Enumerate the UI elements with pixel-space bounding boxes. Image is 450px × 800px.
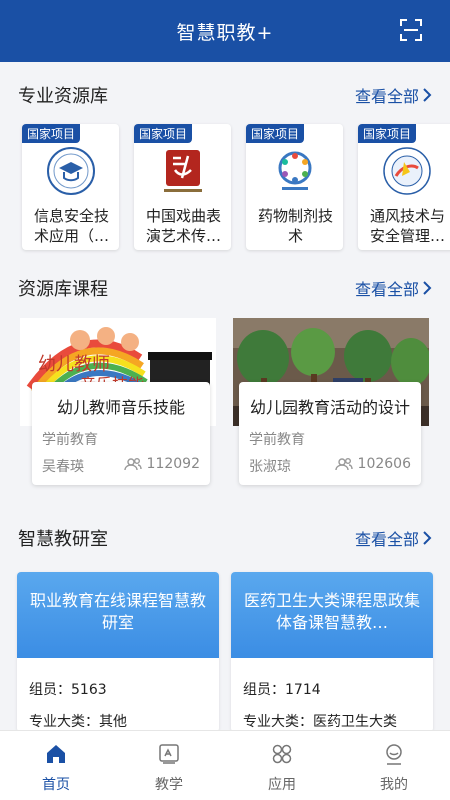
course-teacher: 张淑琼: [249, 459, 291, 475]
course-category: 学前教育: [249, 432, 305, 448]
app-header: 智慧职教+: [0, 0, 450, 62]
library-logo: [164, 150, 202, 192]
section-title: 专业资源库: [18, 86, 108, 107]
tab-apps[interactable]: 应用: [226, 731, 338, 800]
users-icon: [123, 458, 142, 471]
apps-icon: [272, 744, 292, 764]
tab-label: 教学: [155, 777, 183, 793]
room-members: 组员：1714: [243, 682, 321, 698]
research-room-card[interactable]: 医药卫生大类课程思政集体备课智慧教… 组员：1714 专业大类：医药卫生大类: [231, 572, 433, 730]
room-major: 专业大类：医药卫生大类: [243, 714, 397, 730]
bottom-tab-bar: 首页 教学 应用 我的: [0, 730, 450, 800]
course-category: 学前教育: [42, 432, 98, 448]
national-project-badge: 国家项目: [358, 124, 417, 143]
app-title: 智慧职教+: [176, 22, 274, 44]
scan-icon[interactable]: [400, 19, 422, 41]
chevron-right-icon: [423, 531, 432, 545]
see-all-resource-library[interactable]: 查看全部: [355, 83, 432, 107]
see-all-label: 查看全部: [354, 87, 419, 106]
teaching-icon: [159, 744, 179, 764]
research-header: 智慧教研室 查看全部: [18, 525, 432, 551]
course-views: 112092: [123, 456, 200, 472]
resource-card[interactable]: 国家项目 信息安全技术应用（…: [22, 124, 119, 250]
room-title: 医药卫生大类课程思政集体备课智慧教…: [243, 591, 420, 632]
course-title: 幼儿园教育活动的设计: [249, 398, 410, 417]
library-logo: [47, 147, 95, 195]
course-info-card: 幼儿园教育活动的设计 学前教育 张淑琼 102606: [239, 382, 421, 485]
resource-card[interactable]: 国家项目 通风技术与安全管理…: [358, 124, 450, 250]
see-all-label: 查看全部: [354, 280, 419, 299]
chevron-right-icon: [423, 281, 432, 295]
resource-name: 中国戏曲表演艺术传…: [145, 207, 221, 245]
resource-card[interactable]: 国家项目 药物制剂技术: [246, 124, 343, 250]
tab-label: 我的: [380, 777, 408, 793]
chevron-right-icon: [423, 88, 432, 102]
course-teacher: 吴春瑛: [42, 459, 84, 475]
course-card[interactable]: 幼儿教师 音乐技能 幼儿教师音乐技能 学前教育 吴春瑛 112092: [20, 318, 216, 488]
see-all-courses[interactable]: 查看全部: [355, 276, 432, 300]
national-project-badge: 国家项目: [134, 124, 193, 143]
tab-profile[interactable]: 我的: [338, 731, 450, 800]
course-views: 102606: [334, 456, 411, 472]
room-banner: 职业教育在线课程智慧教研室: [17, 572, 219, 658]
course-info-card: 幼儿教师音乐技能 学前教育 吴春瑛 112092: [32, 382, 210, 485]
room-title: 职业教育在线课程智慧教研室: [29, 591, 206, 632]
users-icon: [334, 458, 353, 471]
resource-card[interactable]: 国家项目 中国戏曲表演艺术传…: [134, 124, 231, 250]
view-count: 112092: [146, 456, 200, 472]
resource-name: 药物制剂技术: [257, 207, 333, 245]
library-logo: [383, 147, 431, 195]
section-title: 资源库课程: [18, 279, 108, 300]
resource-name: 通风技术与安全管理…: [369, 207, 445, 245]
resource-library-header: 专业资源库 查看全部: [18, 82, 432, 108]
profile-icon: [386, 744, 402, 765]
course-card[interactable]: 幼儿园教育活动的设计 学前教育 张淑琼 102606: [233, 318, 429, 488]
see-all-label: 查看全部: [354, 530, 419, 549]
resource-name: 信息安全技术应用（…: [33, 207, 109, 245]
cover-text: 幼儿教师: [38, 354, 110, 375]
tab-label: 首页: [42, 777, 70, 793]
room-members: 组员：5163: [29, 682, 107, 698]
library-logo: [278, 151, 312, 190]
room-banner: 医药卫生大类课程思政集体备课智慧教…: [231, 572, 433, 658]
national-project-badge: 国家项目: [22, 124, 81, 143]
national-project-badge: 国家项目: [246, 124, 305, 143]
room-major: 专业大类：其他: [29, 714, 127, 730]
tab-label: 应用: [268, 777, 296, 793]
section-title: 智慧教研室: [18, 529, 108, 550]
tab-home[interactable]: 首页: [0, 731, 112, 800]
home-icon: [47, 745, 65, 763]
courses-header: 资源库课程 查看全部: [18, 275, 432, 301]
view-count: 102606: [357, 456, 411, 472]
home-content[interactable]: 专业资源库 查看全部 国家项目 信息安全技术应用（… 国家项目 中国戏曲表演艺术: [0, 62, 450, 730]
see-all-research[interactable]: 查看全部: [355, 526, 432, 550]
resource-library-list[interactable]: 国家项目 信息安全技术应用（… 国家项目 中国戏曲表演艺术传… 国家项目 药物制…: [22, 124, 450, 252]
tab-teaching[interactable]: 教学: [113, 731, 225, 800]
research-room-card[interactable]: 职业教育在线课程智慧教研室 组员：5163 专业大类：其他: [17, 572, 219, 730]
course-title: 幼儿教师音乐技能: [56, 398, 185, 417]
